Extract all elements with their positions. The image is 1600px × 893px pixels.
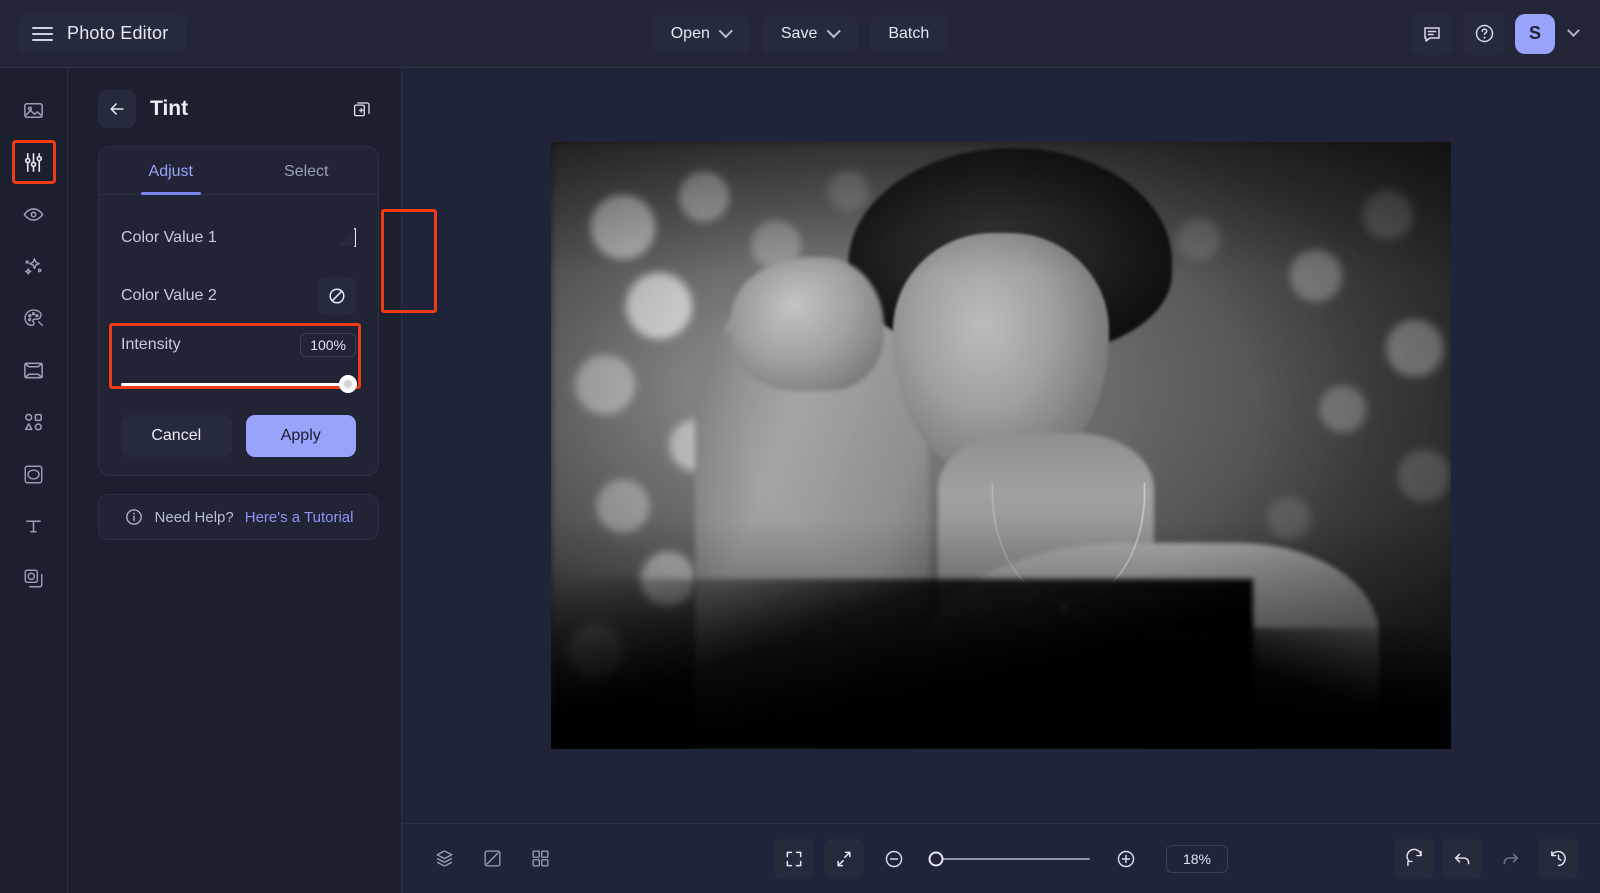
app-title: Photo Editor — [67, 23, 169, 43]
sidebar-item-effects[interactable] — [14, 246, 54, 286]
hamburger-icon — [32, 26, 53, 41]
sidebar-item-retouch[interactable] — [14, 194, 54, 234]
info-icon — [125, 509, 142, 525]
intensity-value[interactable]: 100% — [300, 333, 356, 357]
help-banner[interactable]: Need Help? Here's a Tutorial — [98, 494, 379, 540]
sidebar-item-text[interactable] — [14, 506, 54, 546]
feedback-icon[interactable] — [1411, 12, 1453, 55]
zoom-slider-track — [930, 857, 1090, 860]
save-label: Save — [780, 24, 818, 42]
sidebar-item-shapes[interactable] — [14, 402, 54, 442]
help-text: Need Help? — [154, 508, 234, 526]
save-button[interactable]: Save — [761, 14, 858, 53]
sidebar-item-adjust[interactable] — [11, 140, 56, 184]
color-value-1-swatch[interactable] — [354, 228, 356, 247]
tool-rail — [0, 68, 68, 893]
color-value-2-label: Color Value 2 — [121, 287, 217, 304]
shrink-icon[interactable] — [824, 838, 864, 879]
tool-panel: Tint Adjust Select Color Value 1 Color V… — [68, 68, 437, 893]
sidebar-item-image[interactable] — [14, 90, 54, 130]
zoom-in-icon[interactable] — [1106, 839, 1146, 879]
duplicate-add-icon[interactable] — [345, 92, 379, 126]
zoom-slider-thumb[interactable] — [928, 851, 944, 866]
batch-button[interactable]: Batch — [869, 14, 949, 53]
canvas-area: 18% — [402, 68, 1600, 893]
open-label: Open — [670, 24, 710, 42]
tab-select[interactable]: Select — [239, 147, 375, 194]
sidebar-item-selection[interactable] — [14, 454, 54, 494]
help-icon[interactable] — [1463, 12, 1505, 55]
account-actions: S — [1411, 12, 1582, 55]
apply-button[interactable]: Apply — [245, 415, 356, 457]
tutorial-link[interactable]: Here's a Tutorial — [245, 509, 354, 526]
color-rows: Color Value 1 Color Value 2 — [99, 195, 437, 389]
chevron-down-icon — [718, 23, 733, 38]
sidebar-item-color[interactable] — [14, 298, 54, 338]
photo-editor-app: Photo Editor Open Save Batch S Tint Adju… — [0, 0, 1600, 893]
file-actions: Open Save Batch — [651, 14, 949, 53]
canvas-stage[interactable] — [402, 68, 1600, 823]
intensity-slider-thumb[interactable] — [339, 375, 357, 393]
color-value-1-label: Color Value 1 — [121, 229, 217, 246]
redo-icon[interactable] — [1490, 839, 1530, 879]
compare-split-icon[interactable] — [472, 839, 512, 879]
avatar[interactable]: S — [1515, 13, 1555, 54]
zoom-slider[interactable] — [928, 851, 1090, 867]
top-bar: Photo Editor Open Save Batch S — [0, 0, 1600, 68]
panel-tabs: Adjust Select — [99, 147, 378, 195]
color-value-2-swatch[interactable] — [318, 277, 356, 315]
layers-stack-icon[interactable] — [424, 839, 464, 879]
main-body: Tint Adjust Select Color Value 1 Color V… — [0, 68, 1600, 893]
intensity-slider[interactable] — [121, 375, 357, 393]
cancel-button[interactable]: Cancel — [121, 415, 232, 457]
intensity-label: Intensity — [121, 336, 181, 353]
intensity-control: Intensity 100% — [99, 325, 378, 393]
batch-label: Batch — [888, 24, 930, 42]
undo-icon[interactable] — [1442, 838, 1482, 879]
grid-icon[interactable] — [520, 839, 560, 879]
zoom-out-icon[interactable] — [874, 839, 914, 879]
sidebar-item-frame[interactable] — [14, 350, 54, 390]
color-value-2-row: Color Value 2 — [121, 267, 356, 325]
chevron-down-icon[interactable] — [1567, 24, 1580, 38]
tab-adjust[interactable]: Adjust — [103, 147, 239, 195]
history-icon[interactable] — [1538, 838, 1578, 879]
back-button[interactable] — [98, 90, 136, 128]
chevron-down-icon — [826, 23, 841, 38]
open-button[interactable]: Open — [651, 14, 750, 53]
panel-header: Tint — [98, 90, 379, 128]
canvas-image[interactable] — [551, 142, 1451, 749]
intensity-slider-track — [121, 382, 356, 386]
sidebar-item-layers[interactable] — [14, 558, 54, 598]
photo-vignette — [551, 142, 1451, 749]
app-menu-button[interactable]: Photo Editor — [18, 14, 187, 53]
reset-icon[interactable] — [1394, 838, 1434, 879]
panel-actions: Cancel Apply — [99, 393, 378, 457]
fit-screen-icon[interactable] — [774, 838, 814, 879]
tint-card: Adjust Select Color Value 1 Color Value … — [98, 146, 437, 476]
page-title: Tint — [150, 97, 189, 120]
zoom-value[interactable]: 18% — [1166, 844, 1228, 873]
bottom-bar: 18% — [402, 823, 1600, 893]
color-value-1-row: Color Value 1 — [121, 209, 356, 267]
